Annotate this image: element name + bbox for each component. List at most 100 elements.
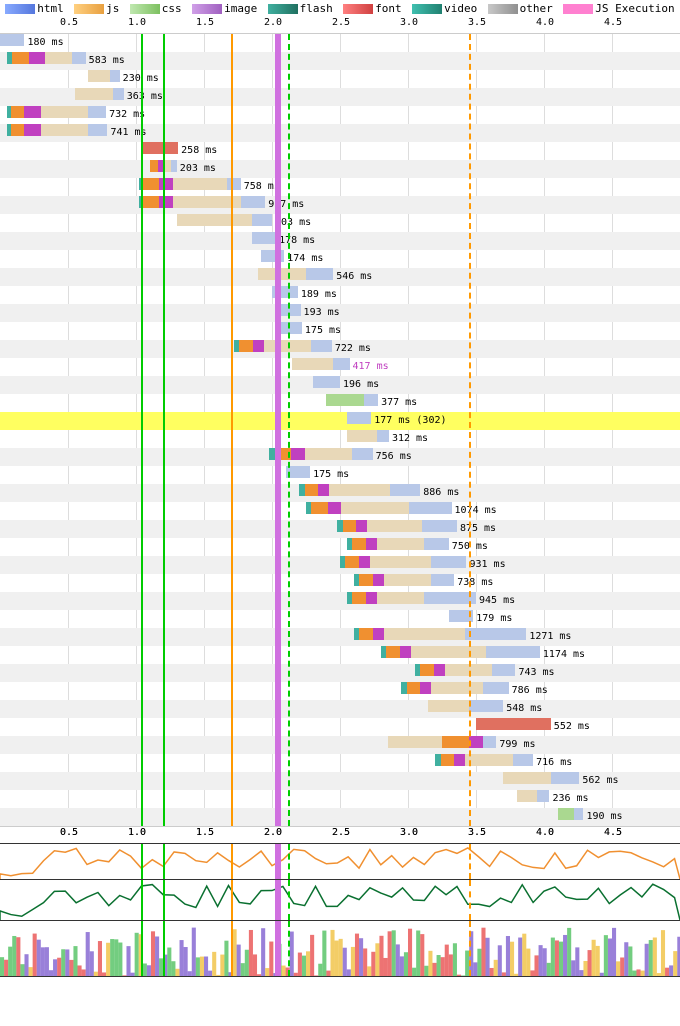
phase-connect (12, 52, 28, 64)
phase-download (409, 502, 451, 514)
phase-download (364, 394, 378, 406)
phase-connect (441, 754, 455, 766)
phase-download (513, 754, 533, 766)
phase-ssl (356, 520, 367, 532)
phase-ssl (400, 646, 411, 658)
phase-ttfb (45, 52, 72, 64)
request-row: 189 ms (0, 286, 680, 304)
phase-ttfb (377, 538, 425, 550)
request-row: 230 ms (0, 70, 680, 88)
timing-label: 312 ms (392, 433, 428, 444)
request-row: 258 ms (0, 142, 680, 160)
phase-connect (150, 160, 158, 172)
phase-ttfb (503, 772, 551, 784)
phase-ttfb (370, 556, 431, 568)
image-swatch (192, 4, 222, 14)
other-swatch (488, 4, 518, 14)
video-swatch (412, 4, 442, 14)
phase-connect (352, 592, 366, 604)
request-row: 203 ms (0, 160, 680, 178)
phase-download (352, 448, 372, 460)
request-row: 743 ms (0, 664, 680, 682)
timing-label: 722 ms (335, 343, 371, 354)
timing-label: 236 ms (552, 793, 588, 804)
request-row: 875 ms (0, 520, 680, 538)
timing-label: 179 ms (476, 613, 512, 624)
phase-ttfb (428, 700, 469, 712)
phase-ssl (454, 754, 465, 766)
request-row: 750 ms (0, 538, 680, 556)
phase-ttfb (384, 574, 432, 586)
phase-connect (305, 484, 319, 496)
timing-label: 417 ms (353, 361, 389, 372)
phase-download (424, 538, 448, 550)
phase-download (469, 700, 503, 712)
request-row: 193 ms (0, 304, 680, 322)
timing-label: 927 ms (268, 199, 304, 210)
legend-video: video (412, 2, 477, 15)
timing-label: 562 ms (582, 775, 618, 786)
timing-label: 189 ms (301, 289, 337, 300)
phase-ssl (373, 628, 384, 640)
phase-ssl (291, 448, 305, 460)
phase-ttfb (173, 178, 227, 190)
phase-connect (311, 502, 327, 514)
phase-connect (407, 682, 421, 694)
phase-ttfb (388, 736, 442, 748)
phase-ttfb (384, 628, 466, 640)
phase-ssl (469, 736, 483, 748)
request-row: 175 ms (0, 322, 680, 340)
legend-JS Execution: JS Execution (563, 2, 674, 15)
marker-green (163, 34, 165, 826)
request-row: 1174 ms (0, 646, 680, 664)
legend-html: html (5, 2, 64, 15)
timing-label: 756 ms (376, 451, 412, 462)
waterfall-chart: 180 ms583 ms230 ms363 ms732 ms741 ms258 … (0, 34, 680, 826)
phase-css (558, 808, 574, 820)
phase-ttfb (41, 124, 89, 136)
timing-label: 743 ms (518, 667, 554, 678)
timing-label: 190 ms (586, 811, 622, 822)
phase-ttfb (258, 268, 306, 280)
request-row: 799 ms (0, 736, 680, 754)
timing-label: 258 ms (181, 145, 217, 156)
phase-ssl (373, 574, 384, 586)
timing-label: 177 ms (302) (374, 415, 446, 426)
phase-ssl (24, 124, 40, 136)
timing-label: 174 ms (287, 253, 323, 264)
phase-connect (345, 556, 359, 568)
phase-ssl (359, 556, 370, 568)
phase-ttfb (341, 502, 409, 514)
legend-image: image (192, 2, 257, 15)
timing-label: 732 ms (109, 109, 145, 120)
phase-download (574, 808, 584, 820)
request-row: 703 ms (0, 214, 680, 232)
phase-connect (359, 574, 373, 586)
phase-download (486, 646, 540, 658)
timing-label: 377 ms (381, 397, 417, 408)
phase-ssl (420, 682, 431, 694)
phase-font (143, 142, 178, 154)
legend: htmljscssimageflashfontvideootherJS Exec… (0, 0, 680, 17)
timing-label: 548 ms (506, 703, 542, 714)
phase-download (261, 250, 284, 262)
phase-download (171, 160, 176, 172)
phase-download (113, 88, 124, 100)
request-row: 1271 ms (0, 628, 680, 646)
request-row: 377 ms (0, 394, 680, 412)
phase-ttfb (88, 70, 110, 82)
request-row: 177 ms (302) (0, 412, 680, 430)
phase-ssl (159, 196, 173, 208)
timing-label: 1074 ms (455, 505, 497, 516)
phase-ttfb (465, 754, 513, 766)
phase-ttfb (41, 106, 89, 118)
timing-label: 886 ms (423, 487, 459, 498)
phase-ssl (24, 106, 40, 118)
timing-label: 1271 ms (529, 631, 571, 642)
timing-label: 178 ms (279, 235, 315, 246)
legend-js: js (74, 2, 119, 15)
phase-connect (239, 340, 253, 352)
phase-font (476, 718, 551, 730)
phase-ssl (366, 592, 377, 604)
phase-download (88, 106, 106, 118)
